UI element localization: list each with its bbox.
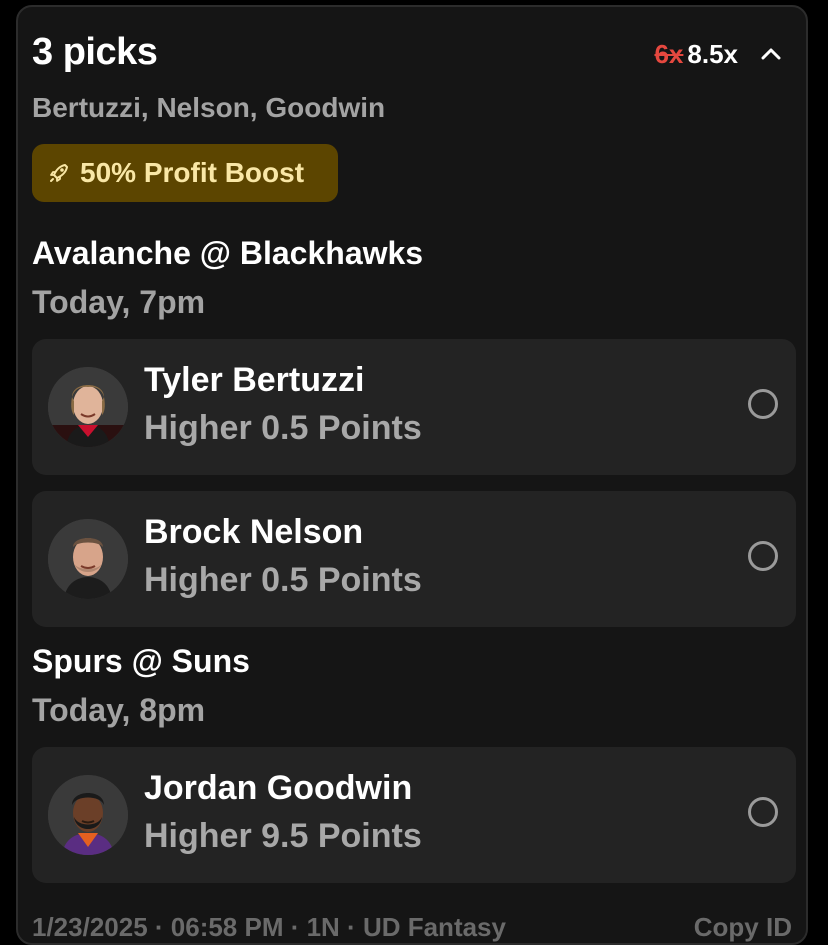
entry-meta-text: 1/23/2025 · 06:58 PM · 1N · UD Fantasy bbox=[32, 912, 506, 942]
radio-circle-icon bbox=[748, 541, 778, 571]
chevron-up-icon[interactable] bbox=[758, 41, 784, 67]
game-matchup-title: Avalanche @ Blackhawks bbox=[32, 235, 424, 271]
profit-boost-badge: 50% Profit Boost bbox=[32, 144, 338, 202]
rocket-icon bbox=[48, 162, 70, 184]
picks-card: 3 picks 6x 8.5x Bertuzzi, Nelson, Goodwi… bbox=[16, 5, 808, 945]
player-name: Jordan Goodwin bbox=[144, 769, 413, 807]
pick-card[interactable]: Brock Nelson Higher 0.5 Points bbox=[32, 491, 796, 627]
player-avatar bbox=[48, 367, 128, 447]
player-avatar bbox=[48, 519, 128, 599]
game-start-time: Today, 7pm bbox=[32, 284, 206, 320]
pick-card[interactable]: Tyler Bertuzzi Higher 0.5 Points bbox=[32, 339, 796, 475]
pick-card[interactable]: Jordan Goodwin Higher 9.5 Points bbox=[32, 747, 796, 883]
player-avatar bbox=[48, 775, 128, 855]
copy-id-link[interactable]: Copy ID bbox=[694, 912, 792, 943]
picks-count-title: 3 picks bbox=[32, 31, 158, 73]
radio-circle-icon bbox=[748, 797, 778, 827]
player-name: Tyler Bertuzzi bbox=[144, 361, 365, 399]
profit-boost-label: 50% Profit Boost bbox=[80, 157, 305, 188]
pick-projection: Higher 9.5 Points bbox=[144, 817, 422, 855]
game-start-time: Today, 8pm bbox=[32, 692, 206, 728]
payout-multiplier: 6x 8.5x bbox=[654, 39, 738, 70]
radio-circle-icon bbox=[748, 389, 778, 419]
pick-projection: Higher 0.5 Points bbox=[144, 409, 422, 447]
old-multiplier: 6x bbox=[654, 39, 684, 69]
player-name: Brock Nelson bbox=[144, 513, 364, 551]
pick-projection: Higher 0.5 Points bbox=[144, 561, 422, 599]
boosted-multiplier: 8.5x bbox=[687, 39, 738, 69]
card-header[interactable]: 3 picks 6x 8.5x bbox=[32, 31, 792, 75]
picks-players-summary: Bertuzzi, Nelson, Goodwin bbox=[32, 92, 386, 123]
game-matchup-title: Spurs @ Suns bbox=[32, 643, 250, 679]
